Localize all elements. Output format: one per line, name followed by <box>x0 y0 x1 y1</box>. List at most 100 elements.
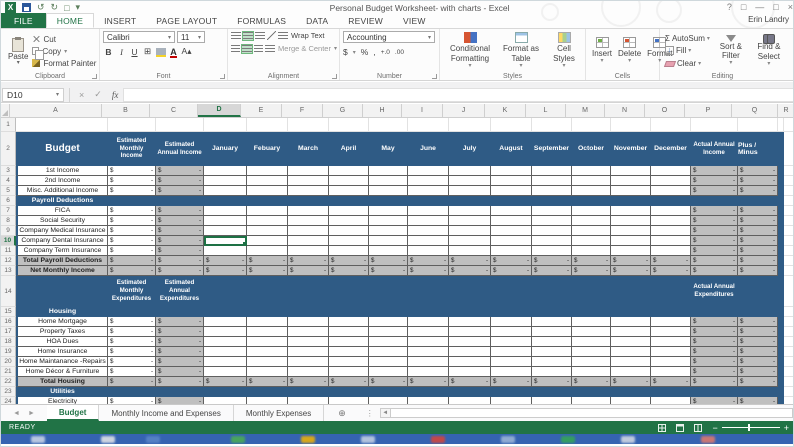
cell-H3[interactable] <box>369 166 408 176</box>
column-header-H[interactable]: H <box>363 104 402 117</box>
cell-L14[interactable] <box>532 276 572 307</box>
cell-H11[interactable] <box>369 246 408 256</box>
cell-E14[interactable] <box>247 276 288 307</box>
cell-Q12[interactable]: $ - <box>738 256 778 266</box>
cell-H20[interactable] <box>369 357 408 367</box>
cell-N17[interactable] <box>611 327 651 337</box>
cell-C11[interactable]: $ - <box>156 246 204 256</box>
cell-Q10[interactable]: $ - <box>738 236 778 246</box>
cell-A21[interactable]: Home Décor & Furniture <box>16 367 108 377</box>
cell-Q22[interactable]: $ - <box>738 377 778 387</box>
cell-E19[interactable] <box>247 347 288 357</box>
cell-H16[interactable] <box>369 317 408 327</box>
cell-B2[interactable]: Estimated Monthly Income <box>108 132 156 166</box>
cell-K20[interactable] <box>491 357 532 367</box>
cell-C16[interactable]: $ - <box>156 317 204 327</box>
cell-C20[interactable]: $ - <box>156 357 204 367</box>
cell-G5[interactable] <box>329 186 369 196</box>
wrap-text-button[interactable]: Wrap Text <box>278 31 325 40</box>
cell-Q2[interactable]: Plus / Minus <box>738 132 778 166</box>
cell-B22[interactable]: $ - <box>108 377 156 387</box>
cell-C4[interactable]: $ - <box>156 176 204 186</box>
cell-M4[interactable] <box>572 176 611 186</box>
undo-icon[interactable]: ↺ <box>37 2 45 13</box>
cell-E5[interactable] <box>247 186 288 196</box>
cell-B9[interactable]: $ - <box>108 226 156 236</box>
cell-B14[interactable]: Estimated Monthly Expenditures <box>108 276 156 307</box>
cell-H12[interactable]: $ - <box>369 256 408 266</box>
cell-G17[interactable] <box>329 327 369 337</box>
column-header-O[interactable]: O <box>645 104 685 117</box>
cell-J20[interactable] <box>449 357 491 367</box>
customize-qat-icon[interactable]: ▾ <box>76 2 81 13</box>
cell-M22[interactable]: $ - <box>572 377 611 387</box>
column-header-J[interactable]: J <box>443 104 485 117</box>
tab-review[interactable]: REVIEW <box>338 13 393 28</box>
cell-N9[interactable] <box>611 226 651 236</box>
cell-B13[interactable]: $ - <box>108 266 156 276</box>
zoom-slider[interactable] <box>721 424 780 431</box>
cell-O8[interactable] <box>651 216 691 226</box>
cell-M14[interactable] <box>572 276 611 307</box>
tab-data[interactable]: DATA <box>296 13 338 28</box>
clear-button[interactable]: Clear ▾ <box>663 59 710 68</box>
cell-G2[interactable]: April <box>329 132 369 166</box>
row-header-8[interactable]: 8 <box>1 216 16 226</box>
cell-I17[interactable] <box>408 327 449 337</box>
grow-font-icon[interactable]: A▴ <box>181 46 192 57</box>
cell-Q4[interactable]: $ - <box>738 176 778 186</box>
column-header-M[interactable]: M <box>566 104 605 117</box>
cell-J13[interactable]: $ - <box>449 266 491 276</box>
cell-D7[interactable] <box>204 206 247 216</box>
row-header-4[interactable]: 4 <box>1 176 16 186</box>
cell-J10[interactable] <box>449 236 491 246</box>
cell-I14[interactable] <box>408 276 449 307</box>
cell-B10[interactable]: $ - <box>108 236 156 246</box>
cell-Q24[interactable]: $ - <box>738 397 778 404</box>
cell-J9[interactable] <box>449 226 491 236</box>
cell-H13[interactable]: $ - <box>369 266 408 276</box>
row-header-13[interactable]: 13 <box>1 266 16 276</box>
row-header-5[interactable]: 5 <box>1 186 16 196</box>
cell-E21[interactable] <box>247 367 288 377</box>
cell-J8[interactable] <box>449 216 491 226</box>
cell-P20[interactable]: $ - <box>691 357 738 367</box>
cell-H2[interactable]: May <box>369 132 408 166</box>
cell-N7[interactable] <box>611 206 651 216</box>
cell-H5[interactable] <box>369 186 408 196</box>
cell-N12[interactable]: $ - <box>611 256 651 266</box>
cell-L22[interactable]: $ - <box>532 377 572 387</box>
touch-mode-icon[interactable]: □ <box>64 3 69 13</box>
cell-K11[interactable] <box>491 246 532 256</box>
cell-F20[interactable] <box>288 357 329 367</box>
taskbar-icon[interactable] <box>431 436 445 443</box>
cell-J3[interactable] <box>449 166 491 176</box>
cell-M13[interactable]: $ - <box>572 266 611 276</box>
cell-N14[interactable] <box>611 276 651 307</box>
cell-E12[interactable]: $ - <box>247 256 288 266</box>
cell-O13[interactable]: $ - <box>651 266 691 276</box>
taskbar-icon[interactable] <box>31 436 45 443</box>
cell-N11[interactable] <box>611 246 651 256</box>
cell-B19[interactable]: $ - <box>108 347 156 357</box>
cell-Q16[interactable]: $ - <box>738 317 778 327</box>
cell-L2[interactable]: September <box>532 132 572 166</box>
row-header-22[interactable]: 22 <box>1 377 16 387</box>
font-name-select[interactable]: Calibri ▾ <box>103 31 175 43</box>
cell-F7[interactable] <box>288 206 329 216</box>
cell-L24[interactable] <box>532 397 572 404</box>
cell-I13[interactable]: $ - <box>408 266 449 276</box>
cell-K8[interactable] <box>491 216 532 226</box>
cell-M3[interactable] <box>572 166 611 176</box>
cell-C19[interactable]: $ - <box>156 347 204 357</box>
cell-O21[interactable] <box>651 367 691 377</box>
cell-G11[interactable] <box>329 246 369 256</box>
align-right-icon[interactable] <box>253 44 264 53</box>
cell-I8[interactable] <box>408 216 449 226</box>
cell-B20[interactable]: $ - <box>108 357 156 367</box>
cell-C3[interactable]: $ - <box>156 166 204 176</box>
cell-P21[interactable]: $ - <box>691 367 738 377</box>
cell-G7[interactable] <box>329 206 369 216</box>
taskbar-icon[interactable] <box>361 436 375 443</box>
cell-P14[interactable]: Actual Annual Expenditures <box>691 276 738 307</box>
